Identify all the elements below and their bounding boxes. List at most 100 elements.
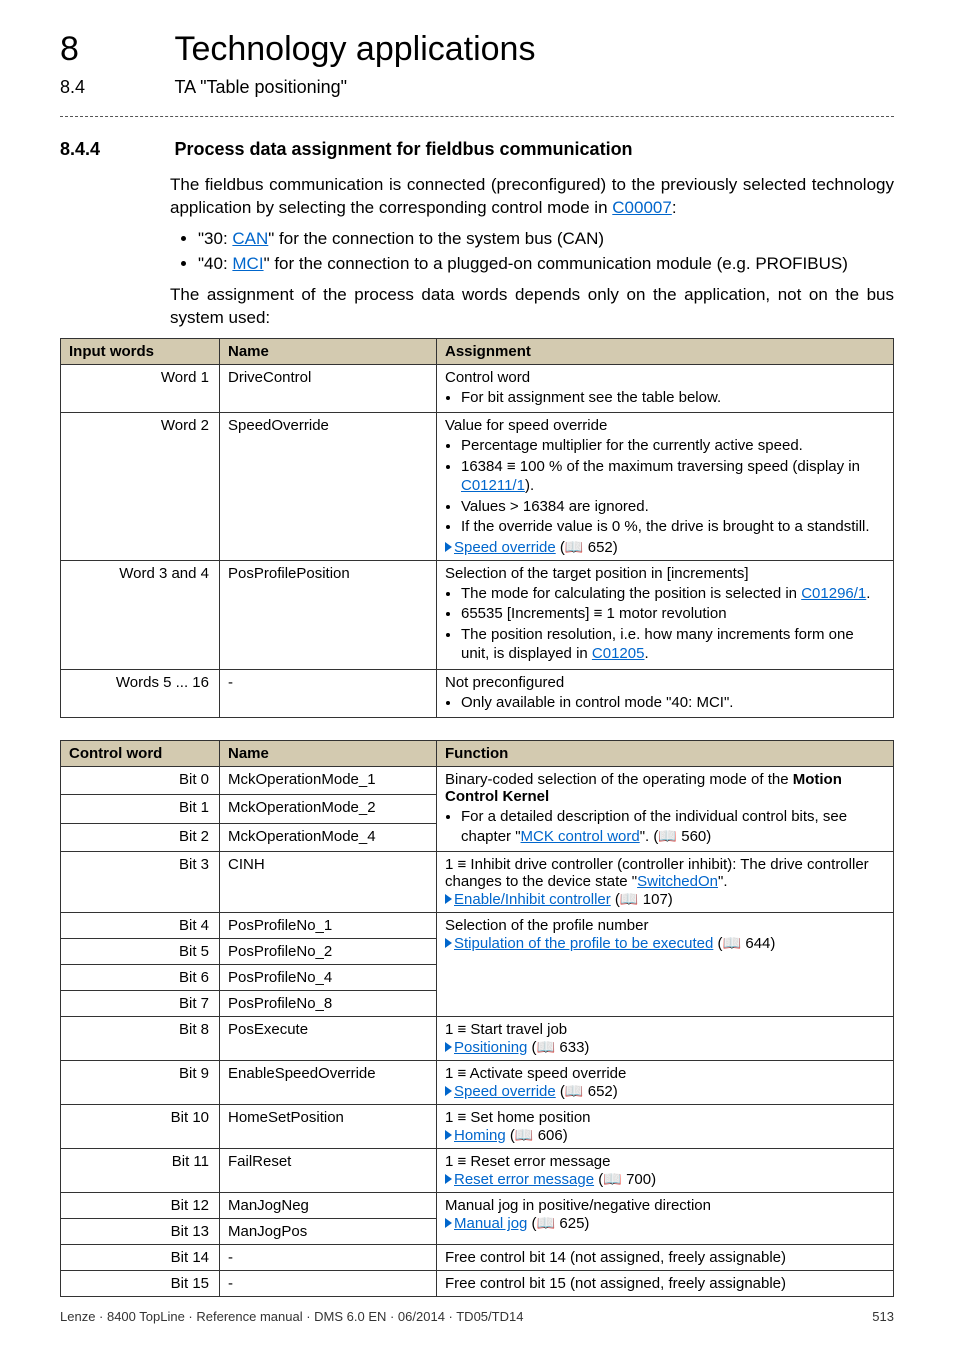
link-profile-stipulation[interactable]: Stipulation of the profile to be execute…: [454, 935, 713, 952]
link-c01296-1[interactable]: C01296/1: [801, 585, 866, 602]
text: Selection of the target position in [inc…: [445, 565, 749, 582]
triangle-icon: [445, 1218, 452, 1228]
text: Selection of the profile number: [445, 917, 648, 934]
chapter-number: 8: [60, 30, 170, 69]
list-item: "30: CAN" for the connection to the syst…: [198, 228, 894, 251]
link-c00007[interactable]: C00007: [612, 198, 672, 217]
link-positioning[interactable]: Positioning: [454, 1039, 527, 1056]
page-ref: (📖 633): [527, 1039, 589, 1056]
text: Manual jog in positive/negative directio…: [445, 1197, 711, 1214]
cell: PosProfileNo_2: [220, 939, 437, 965]
intro-bullet-list: "30: CAN" for the connection to the syst…: [170, 228, 894, 276]
footer-page-number: 513: [872, 1309, 894, 1324]
cell: Bit 9: [61, 1061, 220, 1105]
link-speed-override-2[interactable]: Speed override: [454, 1083, 556, 1100]
triangle-icon: [445, 1086, 452, 1096]
link-can[interactable]: CAN: [232, 229, 268, 248]
triangle-icon: [445, 1042, 452, 1052]
text: Value for speed override: [445, 417, 607, 434]
list-item: Only available in control mode "40: MCI"…: [461, 693, 885, 713]
page-footer: Lenze · 8400 TopLine · Reference manual …: [60, 1309, 894, 1324]
link-c01205[interactable]: C01205: [592, 645, 645, 662]
list-item: Values > 16384 are ignored.: [461, 497, 885, 517]
cell: 1 ≡ Reset error message Reset error mess…: [437, 1149, 894, 1193]
link-manual-jog[interactable]: Manual jog: [454, 1215, 527, 1232]
cell: SpeedOverride: [220, 413, 437, 561]
cell: Bit 7: [61, 991, 220, 1017]
link-homing[interactable]: Homing: [454, 1127, 506, 1144]
page-ref: (📖 700): [594, 1171, 656, 1188]
cell: ManJogNeg: [220, 1193, 437, 1219]
cell: Free control bit 15 (not assigned, freel…: [437, 1271, 894, 1297]
cell: Bit 6: [61, 965, 220, 991]
th-function: Function: [437, 741, 894, 767]
list-item: The position resolution, i.e. how many i…: [461, 625, 885, 664]
text: "30:: [198, 229, 232, 248]
cell: Bit 10: [61, 1105, 220, 1149]
cell: MckOperationMode_4: [220, 823, 437, 851]
text: Binary-coded selection of the operating …: [445, 771, 793, 788]
heading-number: 8.4.4: [60, 139, 170, 160]
cell: Bit 15: [61, 1271, 220, 1297]
link-speed-override[interactable]: Speed override: [454, 539, 556, 556]
text: :: [672, 198, 677, 217]
chapter-title: Technology applications: [174, 30, 535, 69]
text: The mode for calculating the position is…: [461, 585, 801, 602]
cell: 1 ≡ Activate speed override Speed overri…: [437, 1061, 894, 1105]
cell: MckOperationMode_2: [220, 795, 437, 823]
cell: -: [220, 1245, 437, 1271]
page-ref: (📖 652): [556, 539, 618, 556]
text: Not preconfigured: [445, 674, 564, 691]
text: The fieldbus communication is connected …: [170, 175, 894, 217]
cell: PosProfileNo_8: [220, 991, 437, 1017]
list-item: 65535 [Increments] ≡ 1 motor revolution: [461, 604, 885, 624]
page-ref: (📖 644): [713, 935, 775, 952]
link-switchedon[interactable]: SwitchedOn: [637, 873, 718, 890]
link-c01211-1[interactable]: C01211/1: [461, 477, 525, 494]
th-control-word: Control word: [61, 741, 220, 767]
cell: 1 ≡ Set home position Homing (📖 606): [437, 1105, 894, 1149]
link-enable-inhibit-controller[interactable]: Enable/Inhibit controller: [454, 891, 611, 908]
text: "40:: [198, 254, 232, 273]
footer-left: Lenze · 8400 TopLine · Reference manual …: [60, 1309, 523, 1324]
link-mci[interactable]: MCI: [232, 254, 263, 273]
table-row: Bit 12 ManJogNeg Manual jog in positive/…: [61, 1193, 894, 1219]
list-item: For a detailed description of the indivi…: [461, 807, 885, 846]
cell: Free control bit 14 (not assigned, freel…: [437, 1245, 894, 1271]
text: 1 ≡ Reset error message: [445, 1153, 610, 1170]
text: 1 ≡ Start travel job: [445, 1021, 567, 1038]
table-row: Bit 11 FailReset 1 ≡ Reset error message…: [61, 1149, 894, 1193]
cell: Word 1: [61, 364, 220, 413]
text: 1 ≡ Activate speed override: [445, 1065, 626, 1082]
cell: Bit 11: [61, 1149, 220, 1193]
cell: EnableSpeedOverride: [220, 1061, 437, 1105]
section-number: 8.4: [60, 77, 170, 98]
link-mck-control-word[interactable]: MCK control word: [521, 828, 640, 845]
table-row: Bit 10 HomeSetPosition 1 ≡ Set home posi…: [61, 1105, 894, 1149]
link-reset-error[interactable]: Reset error message: [454, 1171, 594, 1188]
page-ref: (📖 107): [611, 891, 673, 908]
triangle-icon: [445, 1130, 452, 1140]
list-item: If the override value is 0 %, the drive …: [461, 517, 885, 537]
cell: Bit 14: [61, 1245, 220, 1271]
table-row: Bit 15 - Free control bit 15 (not assign…: [61, 1271, 894, 1297]
text: 1 ≡ Set home position: [445, 1109, 591, 1126]
divider: [60, 116, 894, 117]
cell: Selection of the target position in [inc…: [437, 560, 894, 669]
page-ref: (📖 652): [556, 1083, 618, 1100]
cell: PosProfileNo_4: [220, 965, 437, 991]
cell: Word 3 and 4: [61, 560, 220, 669]
text: " for the connection to the system bus (…: [268, 229, 604, 248]
text: " for the connection to a plugged-on com…: [264, 254, 848, 273]
cell: Bit 12: [61, 1193, 220, 1219]
cell: Bit 4: [61, 913, 220, 939]
cell: Bit 3: [61, 852, 220, 913]
cell: Value for speed override Percentage mult…: [437, 413, 894, 561]
cell: Bit 5: [61, 939, 220, 965]
th-name: Name: [220, 338, 437, 364]
text: .: [644, 645, 648, 662]
table-row: Word 2 SpeedOverride Value for speed ove…: [61, 413, 894, 561]
text: ".: [718, 873, 728, 890]
cell: FailReset: [220, 1149, 437, 1193]
cell: PosProfileNo_1: [220, 913, 437, 939]
